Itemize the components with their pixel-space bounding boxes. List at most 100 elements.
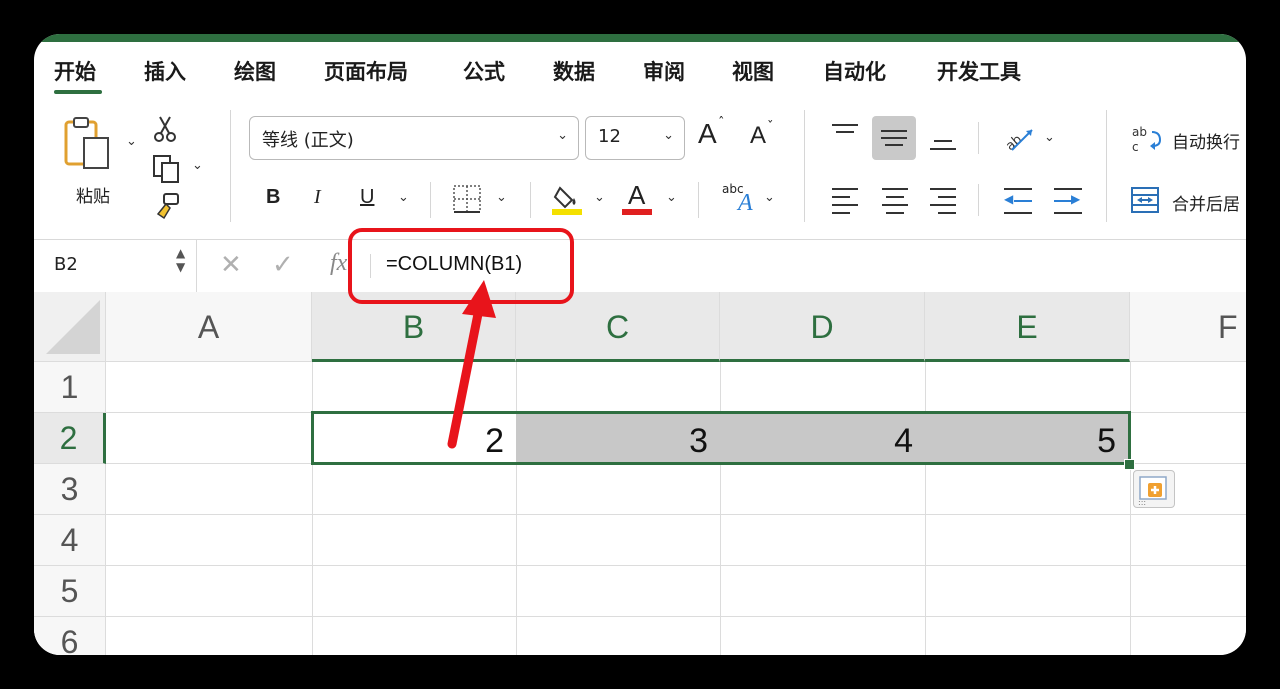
paste-button[interactable]	[62, 116, 118, 176]
font-family-value: 等线 (正文)	[262, 130, 354, 151]
borders-chevron-down-icon[interactable]: ⌄	[496, 190, 507, 205]
spreadsheet-grid: A B C D E F 1 2 3 4 5 6 2 3 4 5 :::	[34, 292, 1246, 655]
svg-text:c: c	[1132, 140, 1139, 154]
paste-chevron-down-icon[interactable]: ⌄	[126, 134, 137, 149]
name-box-stepper-icon[interactable]: ▲ ▼	[176, 246, 185, 274]
confirm-icon[interactable]: ✓	[272, 250, 294, 280]
tab-data[interactable]: 数据	[553, 56, 595, 86]
font-family-chevron-down-icon: ⌄	[557, 128, 568, 143]
separator	[978, 184, 979, 216]
insert-function-icon[interactable]: fx	[330, 250, 347, 277]
align-right-icon[interactable]	[930, 186, 956, 216]
caret-down-icon: ˇ	[767, 120, 774, 135]
align-top-icon[interactable]	[832, 122, 858, 146]
font-family-select[interactable]: 等线 (正文) ⌄	[249, 116, 579, 160]
separator	[1106, 110, 1107, 222]
phonetic-button[interactable]: abc A	[722, 182, 762, 218]
excel-window: 开始 插入 绘图 页面布局 公式 数据 审阅 视图 自动化 开发工具 ⌄ 粘贴 …	[34, 34, 1246, 655]
active-tab-indicator	[54, 90, 102, 94]
font-color-chevron-down-icon[interactable]: ⌄	[666, 190, 677, 205]
column-header-a[interactable]: A	[106, 292, 312, 362]
gridline	[925, 362, 926, 655]
underline-chevron-down-icon[interactable]: ⌄	[398, 190, 409, 205]
separator	[430, 182, 431, 218]
separator	[530, 182, 531, 218]
tab-insert[interactable]: 插入	[144, 56, 186, 86]
copy-chevron-down-icon[interactable]: ⌄	[192, 158, 203, 173]
borders-icon[interactable]	[452, 184, 482, 218]
separator	[804, 110, 805, 222]
row-header-3[interactable]: 3	[34, 464, 106, 515]
font-size-chevron-down-icon: ⌄	[663, 128, 674, 143]
align-center-icon[interactable]	[882, 186, 908, 216]
gridline	[106, 565, 1246, 566]
gridline	[106, 514, 1246, 515]
gridline	[516, 362, 517, 655]
increase-indent-icon[interactable]: ▶	[1054, 186, 1082, 216]
increase-font-size-button[interactable]: A ˆ	[698, 116, 730, 154]
copy-icon[interactable]	[152, 154, 182, 188]
gridline	[720, 362, 721, 655]
tab-draw[interactable]: 绘图	[234, 56, 276, 86]
decrease-indent-icon[interactable]: ◀	[1004, 186, 1032, 216]
separator	[698, 182, 699, 218]
select-all-corner[interactable]	[34, 292, 106, 362]
tab-automate[interactable]: 自动化	[823, 56, 886, 86]
tab-developer[interactable]: 开发工具	[937, 56, 1021, 86]
cut-icon[interactable]	[152, 114, 178, 148]
column-header-e[interactable]: E	[925, 292, 1130, 362]
italic-button[interactable]: I	[314, 186, 321, 209]
font-color-button[interactable]: A	[622, 180, 656, 216]
separator	[978, 122, 979, 154]
font-color-icon: A	[628, 180, 646, 210]
svg-text::::: :::	[1138, 498, 1146, 507]
wrap-text-label[interactable]: 自动换行	[1172, 128, 1240, 153]
font-size-select[interactable]: 12 ⌄	[585, 116, 685, 160]
orientation-icon[interactable]: ab	[1002, 124, 1036, 158]
decrease-font-size-button[interactable]: A ˇ	[750, 120, 782, 156]
decrease-font-icon: A	[750, 122, 767, 149]
column-header-f[interactable]: F	[1130, 292, 1246, 362]
fill-color-icon[interactable]	[552, 182, 584, 220]
name-box[interactable]: B2 ▲ ▼	[34, 240, 197, 292]
row-header-6[interactable]: 6	[34, 617, 106, 655]
auto-fill-options-button[interactable]: :::	[1133, 470, 1175, 508]
underline-button[interactable]: U	[360, 186, 374, 209]
svg-text:ab: ab	[1132, 125, 1147, 139]
tab-review[interactable]: 审阅	[643, 56, 685, 86]
tab-page-layout[interactable]: 页面布局	[324, 56, 408, 86]
gridline	[106, 616, 1246, 617]
format-painter-icon[interactable]	[152, 192, 182, 224]
bold-button[interactable]: B	[266, 186, 280, 209]
row-header-1[interactable]: 1	[34, 362, 106, 413]
phonetic-icon: A	[738, 190, 753, 216]
name-box-value: B2	[54, 254, 78, 275]
phonetic-chevron-down-icon[interactable]: ⌄	[764, 190, 775, 205]
paste-icon	[64, 117, 109, 169]
row-header-5[interactable]: 5	[34, 566, 106, 617]
title-accent-bar	[34, 34, 1246, 42]
column-header-d[interactable]: D	[720, 292, 925, 362]
align-middle-icon[interactable]	[872, 116, 916, 160]
increase-font-icon: A	[698, 118, 717, 149]
merge-center-label[interactable]: 合并后居	[1172, 190, 1240, 215]
tab-formulas[interactable]: 公式	[463, 56, 505, 86]
wrap-text-icon[interactable]: ab c	[1130, 124, 1164, 158]
cancel-icon[interactable]: ✕	[220, 250, 242, 280]
row-header-2[interactable]: 2	[34, 413, 106, 464]
orientation-chevron-down-icon[interactable]: ⌄	[1044, 130, 1055, 145]
svg-text:ab: ab	[1003, 132, 1025, 154]
separator	[230, 110, 231, 222]
fill-handle[interactable]	[1124, 459, 1135, 470]
tab-home[interactable]: 开始	[54, 56, 96, 86]
auto-fill-icon: :::	[1138, 476, 1167, 507]
merge-center-icon[interactable]	[1130, 186, 1160, 218]
align-left-icon[interactable]	[832, 186, 858, 216]
fill-color-chevron-down-icon[interactable]: ⌄	[594, 190, 605, 205]
row-header-4[interactable]: 4	[34, 515, 106, 566]
tab-view[interactable]: 视图	[732, 56, 774, 86]
align-bottom-icon[interactable]	[930, 130, 956, 154]
formula-bar: B2 ▲ ▼ ✕ ✓ fx =COLUMN(B1)	[34, 239, 1246, 293]
gridline	[1130, 362, 1131, 655]
caret-up-icon: ˆ	[718, 116, 725, 131]
